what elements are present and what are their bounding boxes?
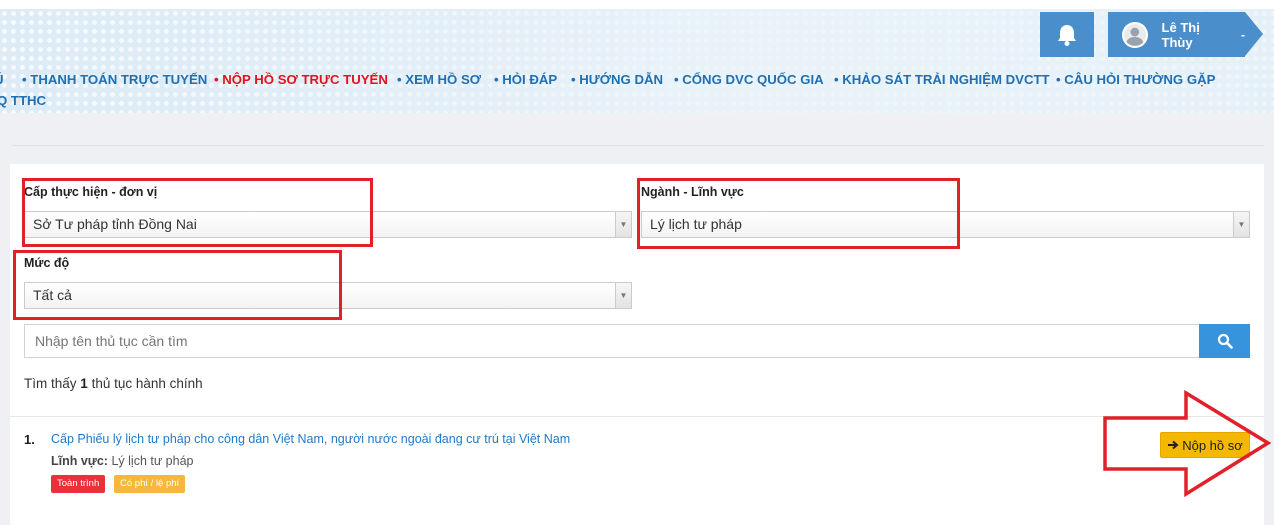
- nav-item-truncated[interactable]: Ú: [0, 72, 4, 87]
- search-input[interactable]: [24, 324, 1200, 358]
- nav-item-common-questions[interactable]: • CÂU HỎI THƯỜNG GẶP: [1056, 72, 1215, 87]
- user-caret: -: [1241, 27, 1245, 42]
- user-menu-button[interactable]: Lê Thị Thùy -: [1108, 12, 1263, 57]
- highlight-degree: [13, 250, 342, 320]
- bell-icon: [1058, 24, 1076, 46]
- notification-button[interactable]: [1040, 12, 1094, 57]
- search-button[interactable]: [1199, 324, 1250, 358]
- avatar: [1122, 21, 1148, 48]
- chevron-down-icon: ▼: [615, 283, 631, 308]
- nav-item-survey[interactable]: • KHẢO SÁT TRẢI NGHIỆM DVCTT: [834, 72, 1050, 87]
- divider: [12, 145, 1264, 146]
- list-item-number: 1.: [24, 432, 35, 447]
- chevron-down-icon: ▼: [615, 212, 631, 237]
- nav-item-guide[interactable]: • HƯỚNG DẪN: [571, 72, 663, 87]
- highlight-level: [22, 178, 373, 247]
- field-label: Lĩnh vực:: [51, 454, 108, 468]
- nav-item-view-records[interactable]: • XEM HỒ SƠ: [397, 72, 481, 87]
- procedure-field: Lĩnh vực: Lý lịch tư pháp: [51, 454, 194, 468]
- results-count: Tìm thấy 1 thủ tục hành chính: [24, 376, 203, 391]
- divider: [10, 416, 1264, 417]
- field-value: Lý lịch tư pháp: [111, 454, 194, 468]
- nav-item-tthc[interactable]: Q TTHC: [0, 93, 46, 108]
- chevron-down-icon: ▼: [1233, 212, 1249, 237]
- procedure-link[interactable]: Cấp Phiếu lý lịch tư pháp cho công dân V…: [51, 432, 570, 446]
- nav-item-faq[interactable]: • HỎI ĐÁP: [494, 72, 557, 87]
- nav-item-submit-online[interactable]: • NỘP HỒ SƠ TRỰC TUYẾN: [214, 72, 388, 87]
- top-strip: [0, 0, 1274, 9]
- search-icon: [1217, 333, 1233, 349]
- results-count-number: 1: [80, 376, 88, 391]
- fee-badge: Có phí / lệ phí: [114, 475, 186, 493]
- nav-item-online-payment[interactable]: • THANH TOÁN TRỰC TUYẾN: [22, 72, 207, 87]
- nav-item-national-portal[interactable]: • CỔNG DVC QUỐC GIA: [674, 72, 824, 87]
- full-process-badge: Toàn trình: [51, 475, 106, 493]
- annotation-arrow-icon: [1103, 390, 1272, 498]
- user-name: Lê Thị Thùy: [1161, 19, 1200, 50]
- highlight-sector: [637, 178, 960, 249]
